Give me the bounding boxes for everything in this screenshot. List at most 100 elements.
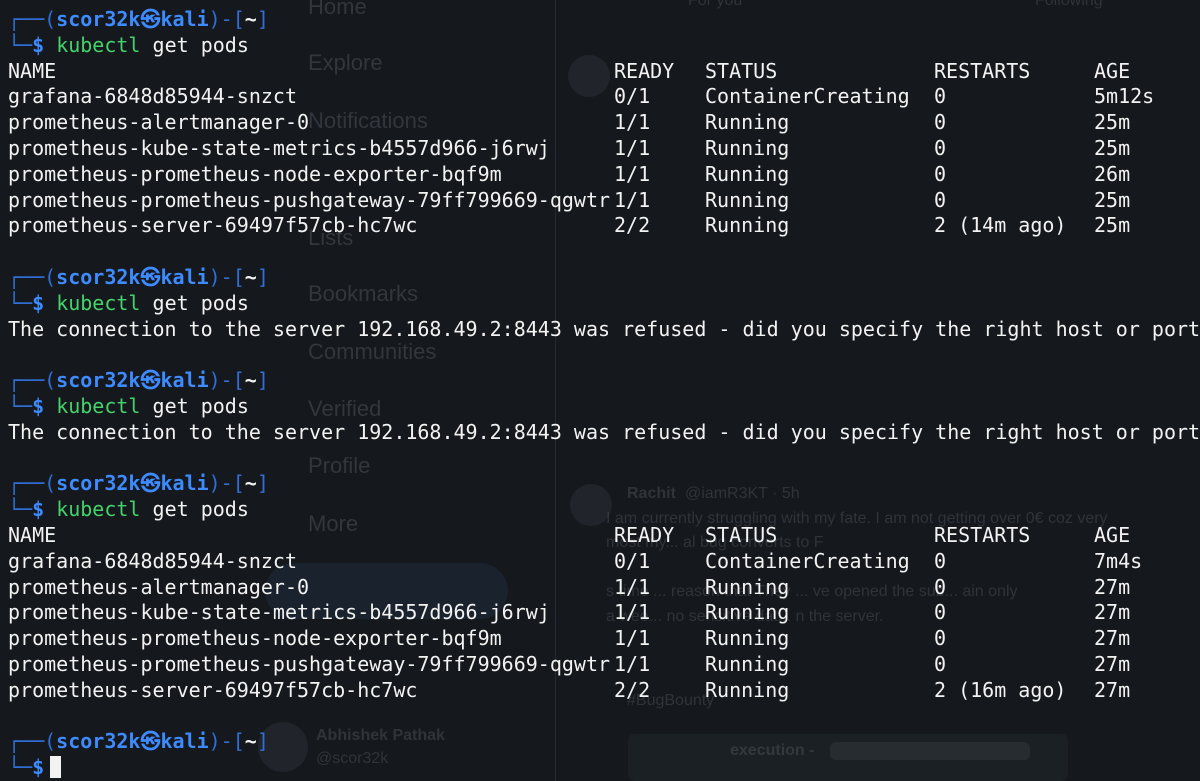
prompt-host: kali: [160, 7, 209, 31]
cell-status: STATUS: [705, 523, 778, 547]
cell-age: 27m: [1094, 626, 1131, 651]
command-line: └─$ kubectl get pods: [8, 496, 249, 522]
cell-age: 25m: [1094, 136, 1131, 160]
cell-name: grafana-6848d85944-snzct: [8, 84, 297, 109]
prompt-user: scor32k㉿: [56, 265, 161, 289]
prompt-line: ┌──(scor32k㉿kali)-[~]: [8, 367, 269, 393]
prompt-host: kali: [160, 729, 209, 754]
prompt-corner: └─: [8, 755, 33, 780]
command-name: kubectl: [56, 497, 141, 522]
command-name: kubectl: [56, 290, 141, 315]
cell-status: STATUS: [705, 58, 778, 83]
cell-status: Running: [705, 187, 790, 212]
cell-name: prometheus-alertmanager-0: [8, 574, 310, 599]
cell-status: Running: [705, 600, 790, 625]
error-message: The connection to the server 192.168.49.…: [8, 419, 1200, 444]
cell-name: prometheus-prometheus-pushgateway-79ff79…: [8, 652, 611, 676]
prompt-host: kali: [160, 368, 209, 393]
cell-status: Running: [705, 161, 790, 186]
cell-age: 27m: [1094, 600, 1131, 625]
cell-status: ContainerCreating: [705, 548, 910, 573]
cell-ready: READY: [614, 58, 675, 83]
prompt-bracket: )-[: [208, 729, 245, 754]
cell-ready: 1/1: [614, 110, 651, 135]
prompt-dir: ~: [244, 7, 257, 31]
cell-name: NAME: [8, 523, 57, 547]
cell-name: NAME: [8, 58, 57, 83]
prompt-user: scor32k㉿: [56, 729, 161, 754]
command-args: get pods: [140, 290, 249, 315]
cell-name: prometheus-prometheus-node-exporter-bqf9…: [8, 161, 502, 186]
cell-status: Running: [705, 213, 790, 238]
cell-status: Running: [705, 677, 790, 702]
command-line: └─$ kubectl get pods: [8, 290, 249, 316]
prompt-corner: └─: [8, 394, 33, 418]
cell-ready: 1/1: [614, 187, 651, 212]
cell-restarts: 2 (16m ago): [934, 677, 1067, 702]
prompt-dir: ~: [244, 729, 257, 754]
prompt-user: scor32k㉿: [56, 471, 161, 496]
prompt-bracket: ]: [256, 729, 269, 754]
cell-restarts: 0: [934, 84, 947, 109]
cell-ready: 1/1: [614, 626, 651, 651]
cell-ready: 0/1: [614, 548, 651, 573]
command-args: get pods: [140, 32, 249, 57]
cell-status: Running: [705, 136, 790, 160]
cell-age: 25m: [1094, 187, 1131, 212]
prompt-bracket: ┌──(: [8, 471, 57, 496]
cell-ready: 2/2: [614, 213, 651, 238]
prompt-bracket: )-[: [208, 471, 245, 496]
cell-ready: 1/1: [614, 600, 651, 625]
cell-restarts: 0: [934, 161, 947, 186]
cell-name: prometheus-alertmanager-0: [8, 110, 310, 135]
prompt-corner: └─: [8, 32, 33, 57]
cell-ready: 1/1: [614, 161, 651, 186]
cell-restarts: 0: [934, 548, 947, 573]
prompt-bracket: )-[: [208, 368, 245, 393]
cell-age: AGE: [1094, 58, 1131, 83]
cell-age: 7m4s: [1094, 548, 1143, 573]
prompt-corner: └─: [8, 497, 33, 522]
cell-ready: 1/1: [614, 574, 651, 599]
prompt-dir: ~: [244, 368, 257, 393]
command-name: kubectl: [56, 394, 141, 418]
cell-restarts: RESTARTS: [934, 523, 1031, 547]
cell-ready: READY: [614, 523, 675, 547]
command-line: └─$: [8, 754, 62, 780]
prompt-line: ┌──(scor32k㉿kali)-[~]: [8, 470, 269, 496]
prompt-bracket: )-[: [208, 265, 245, 289]
cell-age: AGE: [1094, 523, 1131, 547]
cell-name: prometheus-prometheus-pushgateway-79ff79…: [8, 187, 611, 212]
prompt-bracket: ]: [256, 265, 269, 289]
prompt-bracket: ┌──(: [8, 729, 57, 754]
prompt-line: ┌──(scor32k㉿kali)-[~]: [8, 728, 269, 754]
cell-restarts: 0: [934, 652, 947, 676]
cell-status: ContainerCreating: [705, 84, 910, 109]
terminal-window[interactable]: ┌──(scor32k㉿kali)-[~] └─$ kubectl get pod…: [0, 0, 1200, 781]
prompt-dollar: $: [32, 755, 45, 780]
cell-restarts: 0: [934, 136, 947, 160]
cell-ready: 0/1: [614, 84, 651, 109]
prompt-bracket: ]: [256, 368, 269, 393]
prompt-host: kali: [160, 471, 209, 496]
cell-ready: 1/1: [614, 136, 651, 160]
cell-age: 25m: [1094, 110, 1131, 135]
prompt-bracket: ]: [256, 471, 269, 496]
cell-restarts: RESTARTS: [934, 58, 1031, 83]
prompt-user: scor32k㉿: [56, 368, 161, 393]
terminal-cursor[interactable]: [50, 756, 62, 779]
cell-restarts: 0: [934, 626, 947, 651]
cell-ready: 1/1: [614, 652, 651, 676]
cell-restarts: 0: [934, 574, 947, 599]
cell-status: Running: [705, 574, 790, 599]
command-args: get pods: [140, 497, 249, 522]
cell-status: Running: [705, 626, 790, 651]
prompt-bracket: ┌──(: [8, 265, 57, 289]
cell-restarts: 0: [934, 110, 947, 135]
command-args: get pods: [140, 394, 249, 418]
prompt-bracket: ┌──(: [8, 368, 57, 393]
cell-name: prometheus-prometheus-node-exporter-bqf9…: [8, 626, 502, 651]
